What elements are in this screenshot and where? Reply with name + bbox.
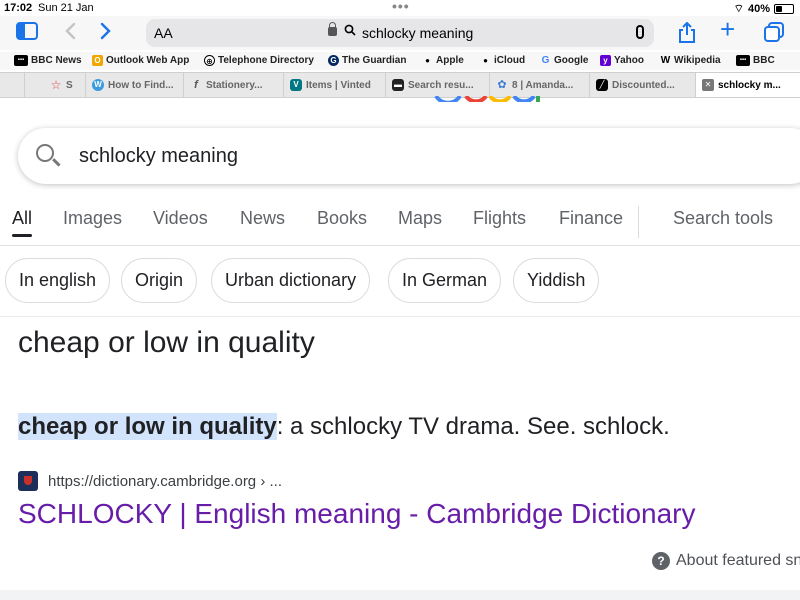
multitask-dots-icon[interactable]: ••• bbox=[392, 0, 410, 14]
reader-aa-button[interactable]: AA bbox=[154, 25, 173, 41]
tab-all[interactable]: All bbox=[12, 208, 33, 237]
bottom-divider bbox=[0, 590, 800, 600]
apple-icon: ● bbox=[483, 56, 488, 65]
battery-icon bbox=[774, 4, 794, 14]
tab-how-to-find[interactable]: W How to Find... bbox=[86, 73, 184, 97]
back-icon[interactable] bbox=[64, 22, 76, 44]
chip-in-english[interactable]: In english bbox=[5, 258, 111, 303]
tab-images[interactable]: Images bbox=[63, 208, 122, 229]
sidebar-icon[interactable] bbox=[16, 22, 38, 44]
status-right: ⌔ 40% bbox=[734, 2, 794, 16]
bookmark-bbc-news[interactable]: ▪▪▪ BBC News bbox=[14, 55, 82, 66]
tab-starred[interactable]: ☆ S bbox=[44, 73, 86, 97]
search-icon bbox=[344, 24, 356, 39]
globe-icon: ⊕ bbox=[204, 55, 215, 66]
section-divider bbox=[0, 316, 800, 317]
browser-toolbar: AA schlocky meaning + bbox=[0, 16, 800, 50]
cambridge-favicon-icon bbox=[18, 471, 38, 491]
vinted-icon: V bbox=[290, 79, 302, 91]
tab-bar: ✡ ☆S WHow to Find... fStationery... VIte… bbox=[0, 72, 800, 98]
bookmark-guardian[interactable]: G The Guardian bbox=[328, 55, 406, 66]
forward-icon[interactable] bbox=[100, 22, 112, 44]
about-featured-snippets[interactable]: ? About featured sn bbox=[652, 552, 800, 570]
tab-flights[interactable]: Flights bbox=[473, 208, 526, 229]
tab-videos[interactable]: Videos bbox=[153, 208, 208, 229]
nav-divider bbox=[638, 206, 639, 238]
bookmarks-bar: ▪▪▪ BBC News O Outlook Web App ⊕ Telephone … bbox=[0, 52, 800, 70]
pin-icon: ✡ bbox=[24, 79, 25, 91]
featured-answer: cheap or low in quality bbox=[18, 326, 315, 359]
battery-percent: 40% bbox=[747, 3, 770, 15]
chip-yiddish[interactable]: Yiddish bbox=[513, 258, 600, 303]
tab-books[interactable]: Books bbox=[317, 208, 367, 229]
microphone-icon[interactable] bbox=[636, 25, 644, 39]
chip-in-german[interactable]: In German bbox=[388, 258, 502, 303]
discount-icon: ╱ bbox=[596, 79, 608, 91]
tab-vinted[interactable]: V Items | Vinted bbox=[284, 73, 386, 97]
outlook-icon: O bbox=[92, 55, 103, 66]
bookmark-telephone[interactable]: ⊕ Telephone Directory bbox=[204, 55, 314, 66]
yahoo-icon: y bbox=[600, 55, 611, 66]
new-tab-icon[interactable]: + bbox=[720, 16, 735, 42]
tab-discounted[interactable]: ╱ Discounted... bbox=[590, 73, 696, 97]
tab-finance[interactable]: Finance bbox=[559, 208, 623, 229]
search-icon[interactable] bbox=[36, 144, 54, 162]
help-icon: ? bbox=[652, 552, 670, 570]
wifi-icon: ⌔ bbox=[733, 3, 744, 15]
bookmark-wikipedia[interactable]: W Wikipedia bbox=[660, 55, 721, 66]
url-text[interactable]: schlocky meaning bbox=[362, 25, 473, 41]
address-bar[interactable]: AA schlocky meaning bbox=[146, 19, 654, 47]
search-tools-button[interactable]: Search tools bbox=[673, 208, 773, 229]
chip-origin[interactable]: Origin bbox=[121, 258, 198, 303]
lock-icon bbox=[328, 22, 337, 36]
bookmark-apple[interactable]: ● Apple bbox=[422, 55, 464, 66]
snippet-text: : a schlocky TV drama. See. schlock. bbox=[276, 413, 670, 440]
chip-urban-dictionary[interactable]: Urban dictionary bbox=[211, 258, 371, 303]
bookmark-icloud[interactable]: ● iCloud bbox=[480, 55, 525, 66]
google-logo[interactable] bbox=[432, 92, 544, 102]
guardian-icon: G bbox=[328, 55, 339, 66]
close-icon[interactable]: ✕ bbox=[702, 79, 714, 91]
tabs-overview-icon[interactable] bbox=[764, 22, 784, 46]
share-icon[interactable] bbox=[678, 21, 696, 48]
status-bar: 17:02 Sun 21 Jan ••• ⌔ 40% bbox=[0, 0, 800, 16]
source-url[interactable]: https://dictionary.cambridge.org › ... bbox=[48, 473, 282, 490]
bookmark-outlook[interactable]: O Outlook Web App bbox=[92, 55, 189, 66]
featured-snippet: cheap or low in quality: a schlocky TV d… bbox=[18, 413, 670, 441]
status-time: 17:02 bbox=[4, 2, 33, 14]
wikipedia-icon: W bbox=[660, 55, 671, 66]
bbc-icon: ▪▪▪ bbox=[736, 55, 750, 66]
bbc-icon: ▪▪▪ bbox=[14, 55, 28, 66]
bookmark-yahoo[interactable]: y Yahoo bbox=[600, 55, 644, 66]
bookmark-google[interactable]: G Google bbox=[540, 55, 589, 66]
search-tab-icon: ▬ bbox=[392, 79, 404, 91]
search-input[interactable]: schlocky meaning bbox=[79, 145, 238, 168]
result-title-link[interactable]: SCHLOCKY | English meaning - Cambridge D… bbox=[18, 498, 695, 530]
tab-news[interactable]: News bbox=[240, 208, 285, 229]
snippet-highlight: cheap or low in quality bbox=[18, 413, 277, 440]
about-text: About featured sn bbox=[676, 552, 800, 569]
tab-pinned[interactable]: ✡ bbox=[0, 73, 25, 97]
search-nav-tabs: All Images Videos News Books Maps Flight… bbox=[0, 206, 800, 246]
result-source[interactable]: https://dictionary.cambridge.org › ... bbox=[18, 471, 282, 491]
bookmark-bbc[interactable]: ▪▪▪ BBC bbox=[736, 55, 775, 66]
f-icon: f bbox=[194, 79, 198, 91]
search-box[interactable]: schlocky meaning bbox=[18, 128, 800, 184]
tab-schlocky-active[interactable]: ✕ schlocky m... bbox=[696, 73, 800, 97]
tab-maps[interactable]: Maps bbox=[398, 208, 442, 229]
w-icon: W bbox=[92, 79, 104, 91]
leaf-icon: ✿ bbox=[497, 79, 507, 91]
apple-icon: ● bbox=[425, 56, 430, 65]
status-date: Sun 21 Jan bbox=[38, 2, 94, 14]
star-icon: ☆ bbox=[50, 78, 62, 92]
google-icon: G bbox=[541, 55, 550, 66]
tab-stationery[interactable]: f Stationery... bbox=[184, 73, 284, 97]
